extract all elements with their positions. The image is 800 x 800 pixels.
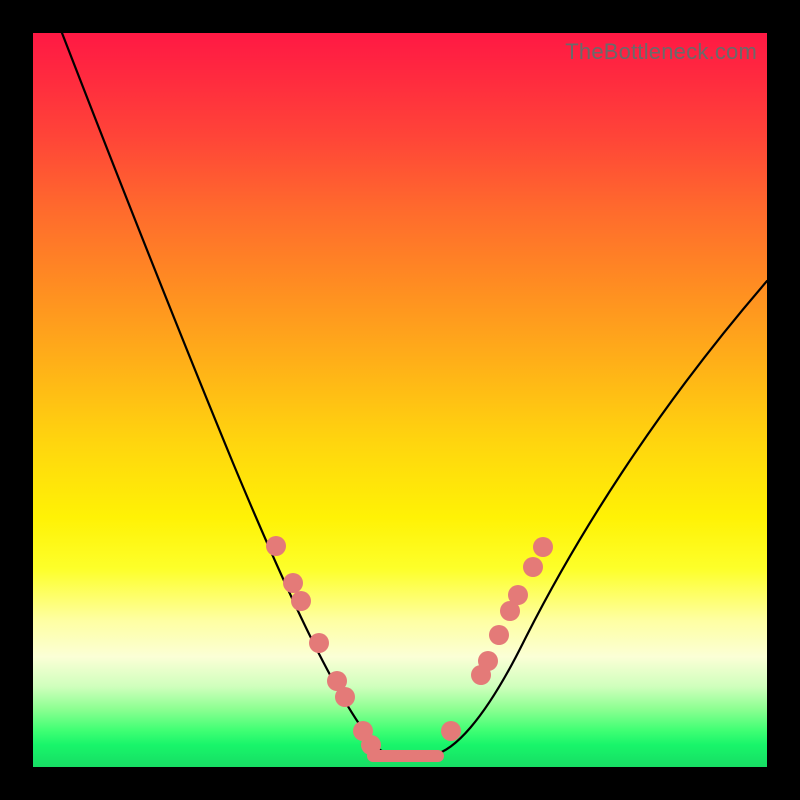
marker-dot [523, 557, 543, 577]
marker-group-right [441, 537, 553, 741]
plot-area: TheBottleneck.com [33, 33, 767, 767]
marker-dot [478, 651, 498, 671]
bottleneck-curve [62, 33, 767, 755]
outer-frame: TheBottleneck.com [0, 0, 800, 800]
marker-dot [283, 573, 303, 593]
marker-dot [489, 625, 509, 645]
chart-svg [33, 33, 767, 767]
marker-dot [508, 585, 528, 605]
marker-dot [335, 687, 355, 707]
marker-dot [291, 591, 311, 611]
marker-dot [309, 633, 329, 653]
marker-dot [441, 721, 461, 741]
marker-dot [533, 537, 553, 557]
marker-dot [266, 536, 286, 556]
marker-dot [361, 735, 381, 755]
marker-group-left [266, 536, 381, 755]
